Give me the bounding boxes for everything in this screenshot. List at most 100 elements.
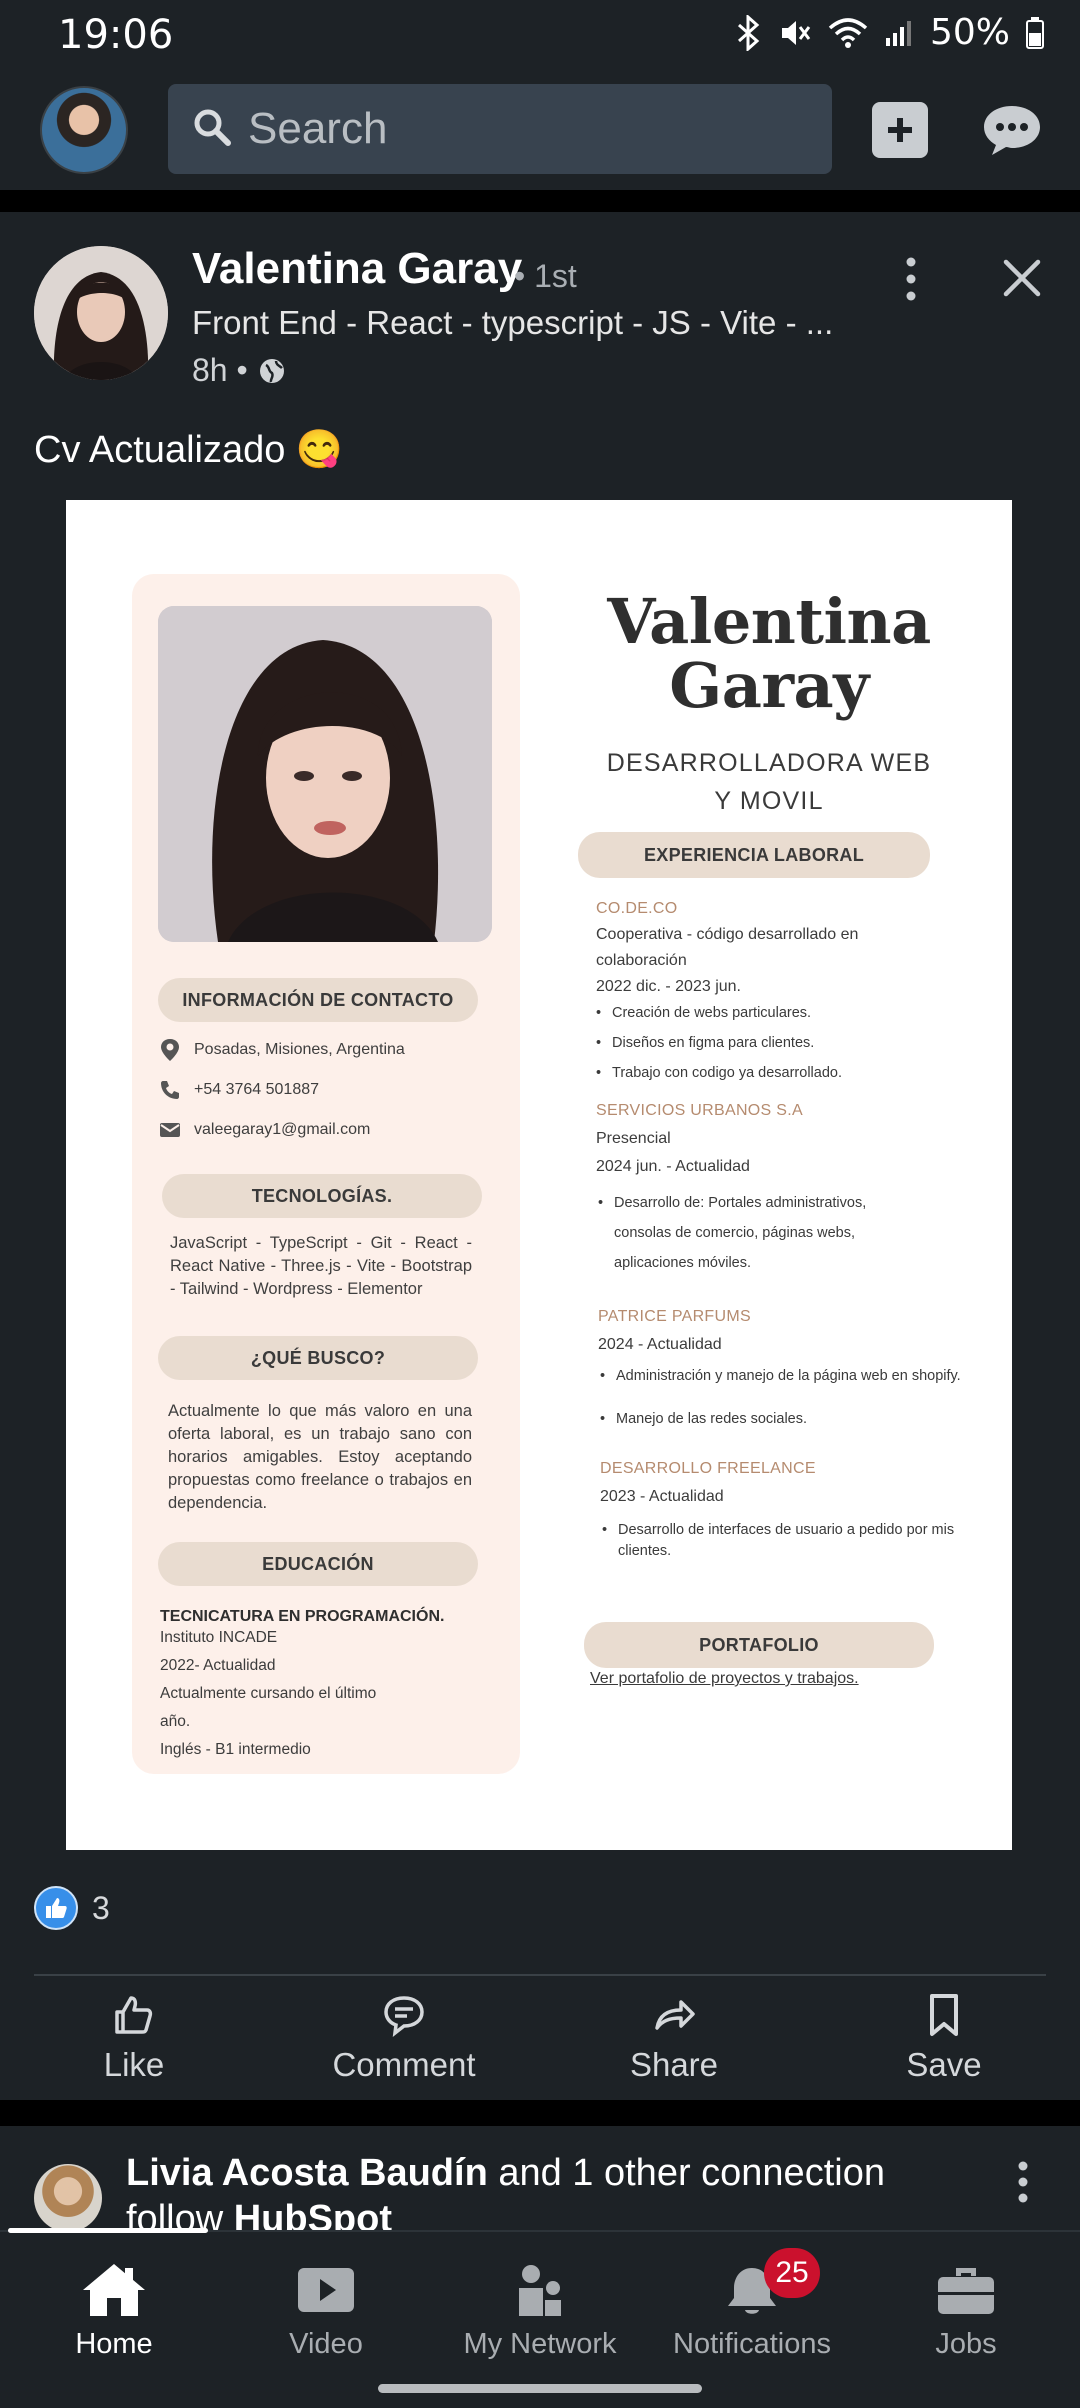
connection-avatar[interactable] — [34, 2164, 102, 2230]
cv-name: Valentina Garay — [574, 590, 964, 718]
mute-icon — [778, 16, 812, 50]
nav-notifications-label: Notifications — [673, 2328, 831, 2360]
nav-jobs[interactable]: Jobs — [866, 2262, 1066, 2361]
cv-education-header: EDUCACIÓN — [158, 1542, 478, 1586]
nav-video-label: Video — [289, 2328, 363, 2360]
cv-first-name: Valentina — [607, 585, 931, 658]
cv-job-bullet: Desarrollo de: Portales administrativos,… — [598, 1188, 898, 1278]
create-post-button[interactable] — [872, 102, 928, 158]
cv-email-row: valeegaray1@gmail.com — [158, 1118, 370, 1142]
phone-icon — [158, 1078, 182, 1102]
next-item-options-button[interactable] — [1010, 2160, 1036, 2209]
feed-post: Valentina Garay • 1st Front End - React … — [0, 212, 1080, 2100]
post-time-text: 8h • — [192, 352, 248, 388]
cv-contact-header: INFORMACIÓN DE CONTACTO — [158, 978, 478, 1022]
active-tab-indicator — [8, 2228, 208, 2233]
cv-job-line: Presencial — [596, 1130, 671, 1147]
location-pin-icon — [158, 1038, 182, 1062]
dismiss-post-button[interactable] — [1000, 256, 1044, 305]
cv-education-line: Actualmente cursando el último — [160, 1685, 377, 1702]
nav-notifications[interactable]: 25 Notifications — [652, 2248, 852, 2361]
nav-home[interactable]: Home — [14, 2262, 214, 2361]
cv-seek-header: ¿QUÉ BUSCO? — [158, 1336, 478, 1380]
cv-photo — [158, 606, 492, 942]
cv-job-bullet: Administración y manejo de la página web… — [600, 1366, 972, 1386]
cv-portfolio-header: PORTAFOLIO — [584, 1622, 934, 1668]
like-reaction-icon — [34, 1886, 78, 1930]
network-icon — [519, 2265, 561, 2316]
post-author-avatar[interactable] — [34, 246, 168, 380]
battery-icon — [1026, 16, 1044, 49]
bluetooth-icon — [736, 14, 762, 51]
cv-phone-row: +54 3764 501887 — [158, 1078, 319, 1102]
cv-education-lines: Instituto INCADE 2022- Actualidad Actual… — [160, 1624, 376, 1764]
comment-icon — [384, 1996, 424, 2037]
cv-job-line: 2024 - Actualidad — [598, 1336, 722, 1353]
like-button[interactable]: Like — [34, 1992, 234, 2084]
home-icon — [83, 2264, 145, 2316]
search-bar[interactable] — [168, 84, 832, 174]
post-author-headline: Front End - React - typescript - JS - Vi… — [192, 304, 834, 341]
cv-education-line: Inglés - B1 intermedio — [160, 1741, 311, 1758]
gesture-bar — [378, 2384, 702, 2393]
cv-job-line: 2024 jun. - Actualidad — [596, 1158, 750, 1175]
connection-name[interactable]: Livia Acosta Baudín — [126, 2152, 488, 2194]
cv-job-line: 2022 dic. - 2023 jun. — [596, 978, 741, 995]
cv-job-line: colaboración — [596, 952, 687, 969]
top-navigation — [0, 72, 1080, 190]
comment-button[interactable]: Comment — [304, 1992, 504, 2084]
briefcase-icon — [938, 2268, 994, 2314]
post-timestamp: 8h • — [192, 352, 286, 389]
post-options-button[interactable] — [896, 256, 926, 307]
messaging-icon — [984, 106, 1040, 155]
search-input[interactable] — [248, 104, 808, 154]
cv-tech-header: TECNOLOGÍAS. — [162, 1174, 482, 1218]
comment-label: Comment — [332, 2046, 476, 2083]
nav-jobs-label: Jobs — [935, 2328, 997, 2360]
post-image-cv[interactable]: INFORMACIÓN DE CONTACTO Posadas, Misione… — [66, 500, 1012, 1850]
video-icon — [298, 2268, 354, 2312]
save-button[interactable]: Save — [844, 1992, 1044, 2084]
post-author-name[interactable]: Valentina Garay — [192, 244, 522, 294]
wifi-icon — [828, 16, 868, 50]
cv-portfolio-link: Ver portafolio de proyectos y trabajos. — [590, 1670, 859, 1687]
battery-level: 50% — [929, 12, 1010, 53]
status-bar: 19:06 50% — [0, 0, 1080, 72]
cv-job-title: CO.DE.CO — [596, 900, 678, 917]
close-icon — [1003, 259, 1041, 297]
plus-icon — [888, 118, 912, 142]
cv-experience-header: EXPERIENCIA LABORAL — [578, 832, 930, 878]
bookmark-icon — [930, 1994, 958, 2036]
share-label: Share — [629, 2046, 719, 2083]
cv-job-bullet: Desarrollo de interfaces de usuario a pe… — [602, 1520, 964, 1562]
like-label: Like — [103, 2046, 165, 2083]
globe-icon — [259, 358, 284, 383]
notifications-badge: 25 — [764, 2248, 820, 2298]
nav-video[interactable]: Video — [226, 2262, 426, 2361]
cv-education-line: Instituto INCADE — [160, 1629, 278, 1646]
connection-degree: • 1st — [514, 258, 577, 294]
feed-divider — [0, 2100, 1080, 2126]
cv-role-line: DESARROLLADORA WEB — [606, 749, 932, 777]
cv-job-bullet: Diseños en figma para clientes. — [596, 1032, 814, 1055]
nav-my-network[interactable]: My Network — [440, 2262, 640, 2361]
post-separator — [34, 1974, 1046, 1976]
like-icon — [115, 1996, 153, 2034]
post-actions: Like Comment Share Save — [0, 1992, 1080, 2102]
next-item-text: Livia Acosta Baudín and 1 other connecti… — [126, 2150, 986, 2230]
cv-job-bullet: Trabajo con codigo ya desarrollado. — [596, 1062, 842, 1085]
more-vertical-icon — [1018, 2161, 1028, 2203]
reactions-summary[interactable]: 3 — [34, 1886, 110, 1930]
messaging-button[interactable] — [980, 102, 1044, 163]
next-feed-item[interactable]: Livia Acosta Baudín and 1 other connecti… — [0, 2126, 1080, 2230]
more-vertical-icon — [906, 257, 916, 301]
mail-icon — [158, 1118, 182, 1142]
share-icon — [655, 2000, 695, 2030]
profile-avatar[interactable] — [40, 86, 128, 174]
status-time: 19:06 — [58, 12, 174, 58]
cv-job-title: DESARROLLO FREELANCE — [600, 1460, 816, 1477]
share-button[interactable]: Share — [574, 1992, 774, 2084]
cv-education-line: 2022- Actualidad — [160, 1657, 276, 1674]
connection-middle-text: and 1 other connection — [487, 2152, 885, 2194]
company-name[interactable]: HubSpot — [234, 2198, 392, 2230]
